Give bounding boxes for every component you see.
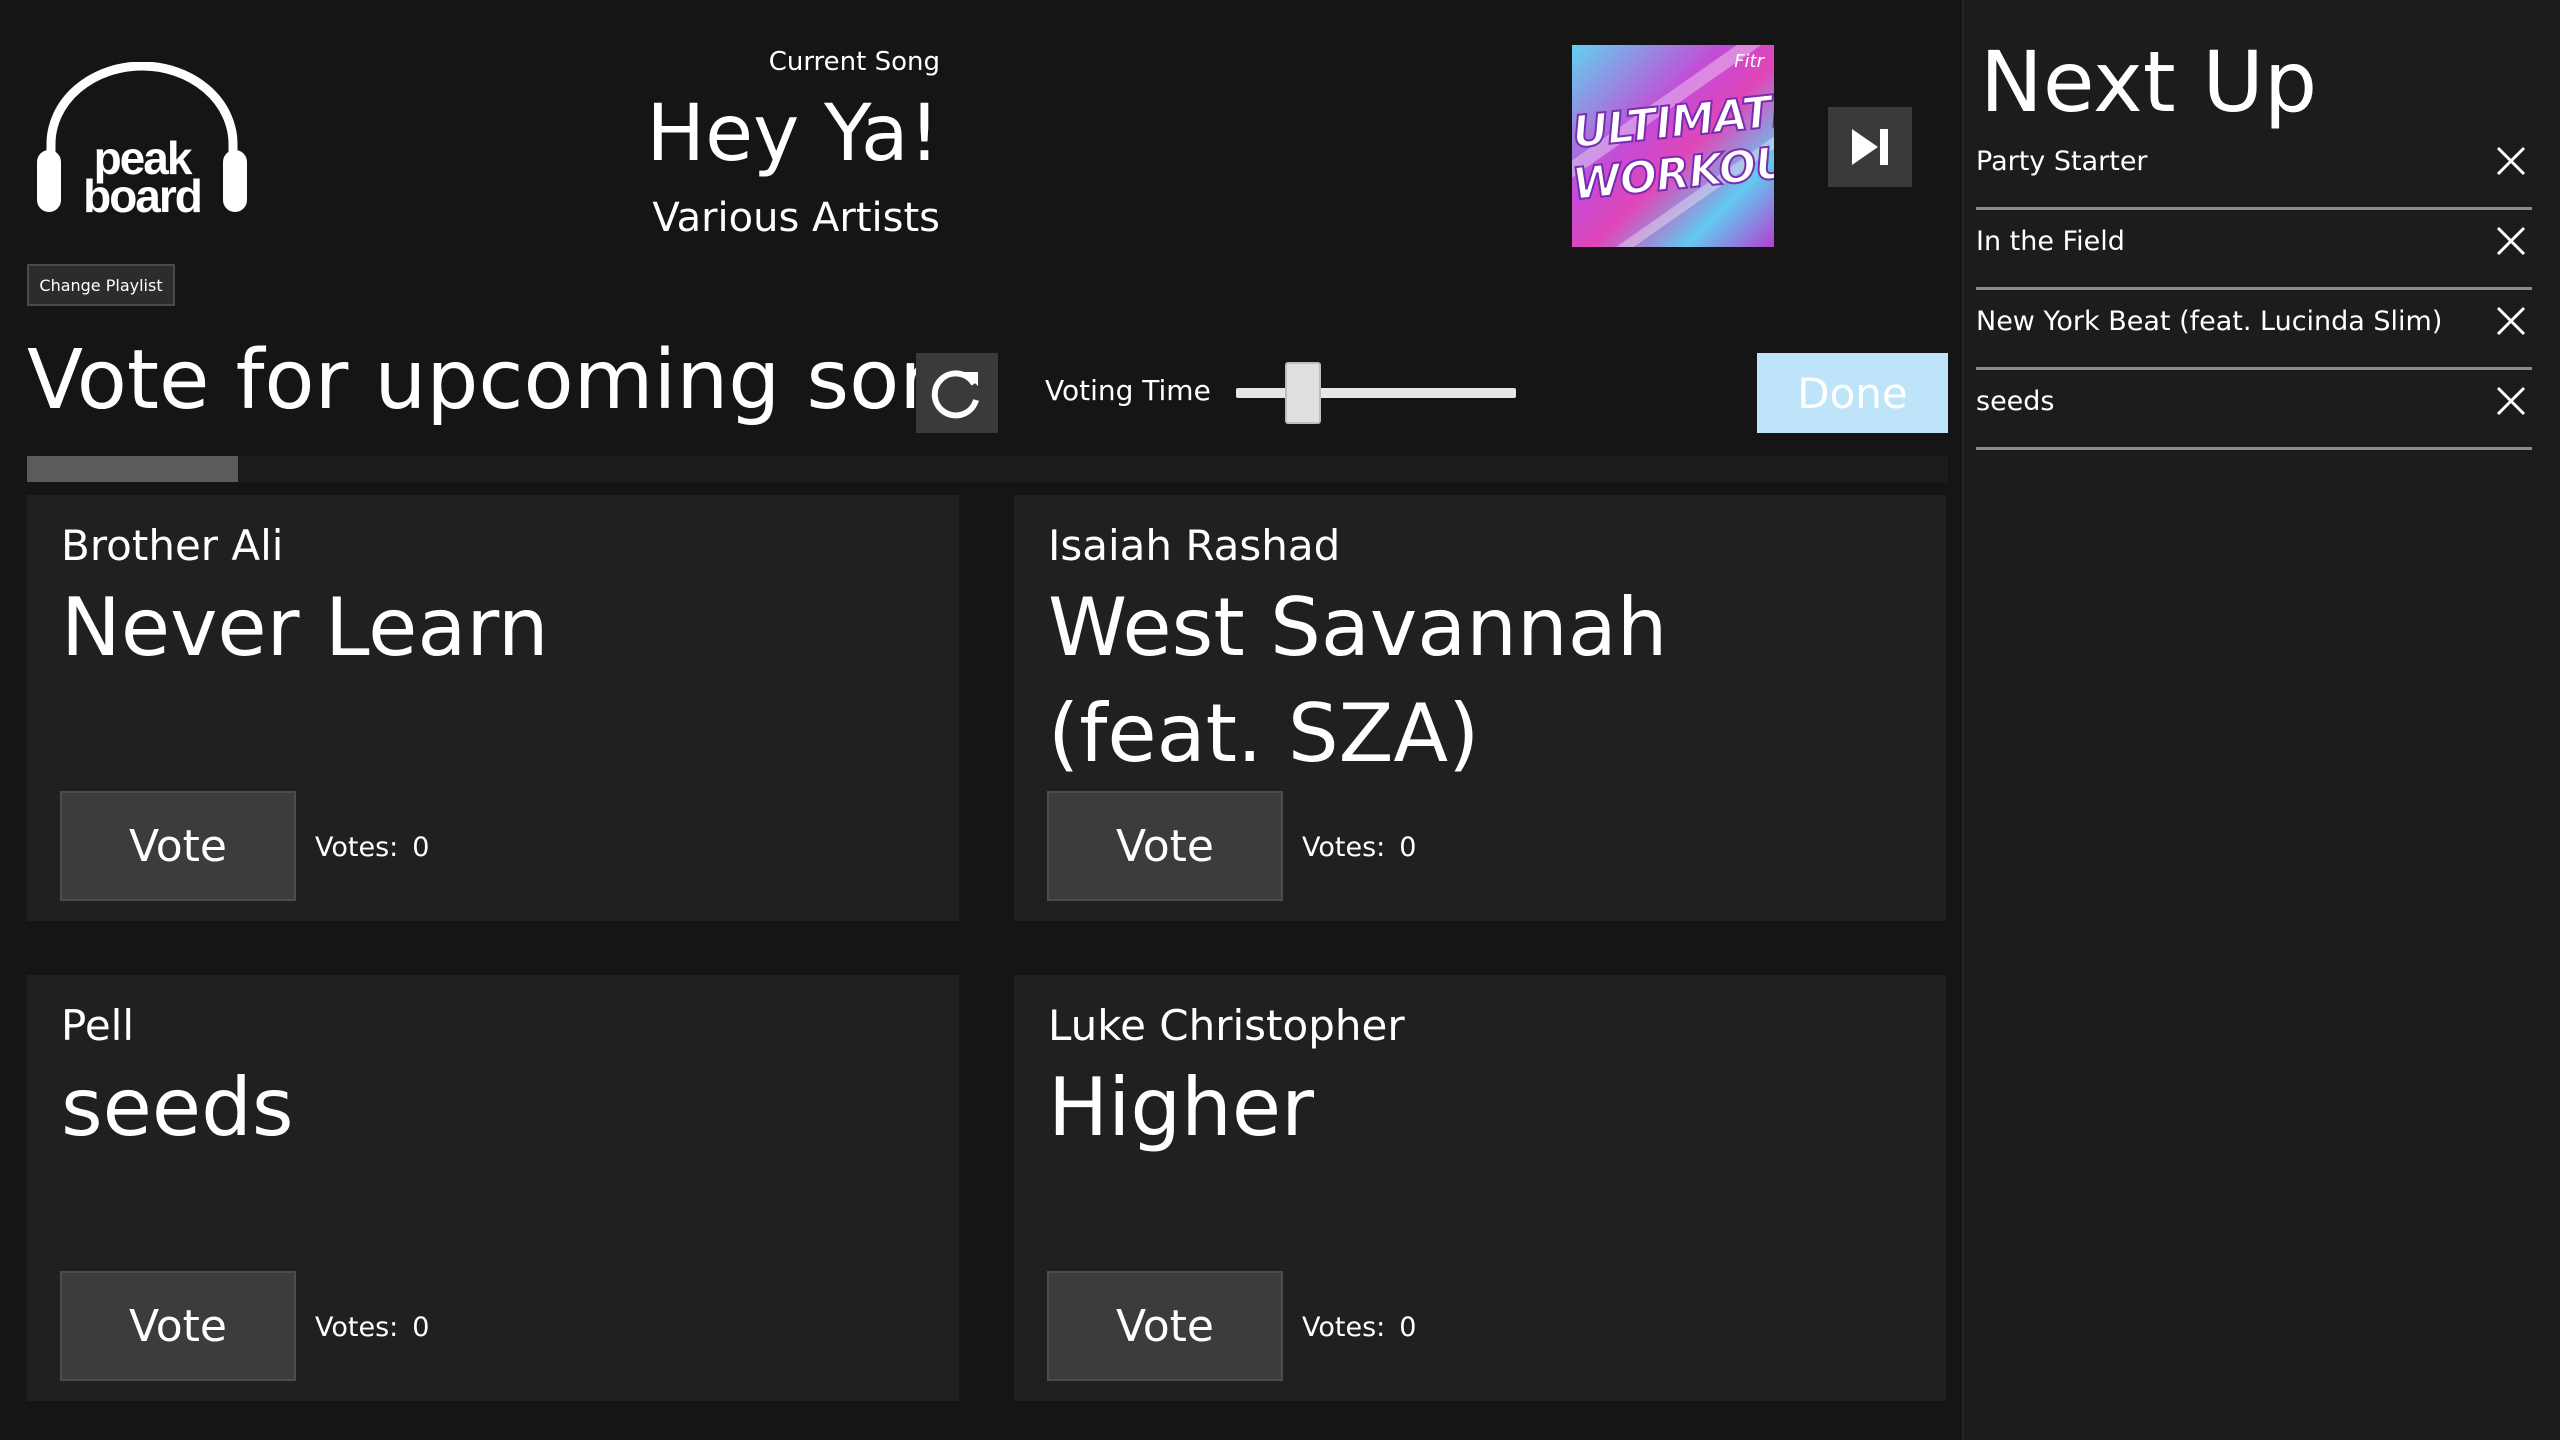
vote-button[interactable]: Vote: [1047, 791, 1283, 901]
vote-count: Votes: 0: [315, 1312, 429, 1343]
queue-item: In the Field: [1976, 210, 2532, 290]
queue-item: New York Beat (feat. Lucinda Slim): [1976, 290, 2532, 370]
svg-text:board: board: [83, 170, 201, 217]
skip-next-icon: [1852, 129, 1888, 165]
votes-value: 0: [1399, 1312, 1417, 1343]
song-card: Luke Christopher Higher Vote Votes: 0: [1014, 975, 1946, 1401]
votes-label: Votes:: [315, 1312, 399, 1343]
close-icon[interactable]: [2494, 304, 2528, 338]
vote-heading: Vote for upcoming song: [27, 333, 1004, 428]
song-card: Brother Ali Never Learn Vote Votes: 0: [27, 495, 959, 921]
queue-item-label: In the Field: [1976, 226, 2125, 257]
album-art: Fitr ULTIMATE WORKOUT: [1572, 45, 1774, 247]
close-icon[interactable]: [2494, 224, 2528, 258]
skip-song-button[interactable]: [1828, 107, 1912, 187]
queue-item: seeds: [1976, 370, 2532, 450]
queue-item-label: Party Starter: [1976, 146, 2148, 177]
song-artist: Pell: [61, 1001, 135, 1050]
vote-count: Votes: 0: [1302, 832, 1416, 863]
vote-count: Votes: 0: [315, 832, 429, 863]
change-playlist-button[interactable]: Change Playlist: [27, 264, 175, 306]
queue-item-label: seeds: [1976, 386, 2055, 417]
refresh-icon: [931, 370, 979, 419]
next-up-title: Next Up: [1980, 33, 2318, 131]
votes-label: Votes:: [315, 832, 399, 863]
song-artist: Luke Christopher: [1048, 1001, 1405, 1050]
close-icon[interactable]: [2494, 384, 2528, 418]
song-title: seeds: [61, 1061, 294, 1154]
song-artist: Brother Ali: [61, 521, 284, 570]
current-song-title: Hey Ya!: [646, 89, 940, 179]
song-title: Higher: [1048, 1061, 1314, 1154]
close-icon[interactable]: [2494, 144, 2528, 178]
refresh-button[interactable]: [916, 353, 998, 433]
vote-count: Votes: 0: [1302, 1312, 1416, 1343]
vote-button[interactable]: Vote: [60, 791, 296, 901]
votes-value: 0: [412, 832, 430, 863]
song-title: Never Learn: [61, 581, 549, 674]
current-song-label: Current Song: [768, 47, 940, 77]
queue-item-label: New York Beat (feat. Lucinda Slim): [1976, 306, 2443, 337]
queue-item: Party Starter: [1976, 130, 2532, 210]
song-card: Pell seeds Vote Votes: 0: [27, 975, 959, 1401]
slider-thumb[interactable]: [1285, 362, 1321, 424]
vote-button[interactable]: Vote: [60, 1271, 296, 1381]
song-artist: Isaiah Rashad: [1048, 521, 1341, 570]
votes-label: Votes:: [1302, 832, 1386, 863]
slider-track: [1236, 388, 1516, 398]
vote-button[interactable]: Vote: [1047, 1271, 1283, 1381]
voting-time-slider[interactable]: [1236, 360, 1516, 424]
peakboard-logo: peak board: [37, 62, 247, 217]
done-button[interactable]: Done: [1757, 353, 1948, 433]
voting-progress-fill: [27, 456, 239, 482]
app-window: peak board Change Playlist Current Song …: [0, 0, 2560, 1440]
votes-value: 0: [1399, 832, 1417, 863]
song-card: Isaiah Rashad West Savannah (feat. SZA) …: [1014, 495, 1946, 921]
song-title: West Savannah (feat. SZA): [1048, 581, 1668, 781]
voting-time-label: Voting Time: [1045, 374, 1211, 407]
votes-label: Votes:: [1302, 1312, 1386, 1343]
album-art-brand: Fitr: [1734, 51, 1764, 72]
voting-progress-bar: [27, 456, 1948, 482]
current-song-artist: Various Artists: [652, 195, 940, 241]
main-panel: peak board Change Playlist Current Song …: [0, 0, 1962, 1440]
votes-value: 0: [412, 1312, 430, 1343]
next-up-sidebar: Next Up Party Starter In the Field New Y…: [1962, 0, 2560, 1440]
